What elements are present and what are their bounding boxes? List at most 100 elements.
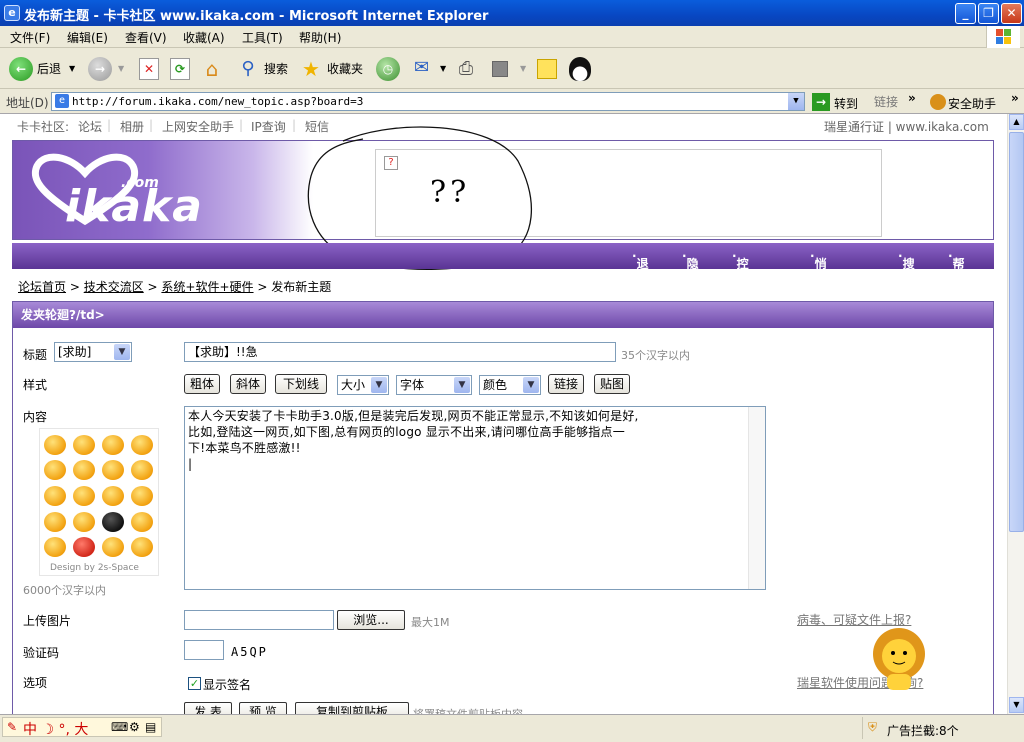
forward-dropdown-icon[interactable]: ▼ bbox=[118, 55, 124, 83]
menu-tools[interactable]: 工具(T) bbox=[242, 29, 283, 46]
bold-button[interactable]: 粗体 bbox=[184, 374, 220, 394]
smiley-icon[interactable] bbox=[44, 435, 66, 455]
smiley-icon[interactable] bbox=[102, 537, 124, 557]
captcha-input[interactable] bbox=[184, 640, 224, 660]
safety-helper-button[interactable]: 安全助手 bbox=[928, 92, 1008, 112]
menu-view[interactable]: 查看(V) bbox=[125, 29, 167, 46]
textarea-scrollbar[interactable] bbox=[748, 407, 765, 589]
back-button[interactable]: ← 后退 ▼ bbox=[6, 55, 80, 83]
submit-button[interactable]: 发 表 bbox=[184, 702, 232, 714]
print-button[interactable]: ⎙ bbox=[452, 55, 480, 83]
helper-chevron-icon[interactable]: » bbox=[1011, 91, 1019, 105]
smiley-icon[interactable] bbox=[131, 512, 153, 532]
smiley-icon[interactable] bbox=[73, 435, 95, 455]
scroll-up-icon[interactable]: ▲ bbox=[1009, 114, 1024, 130]
nav-search[interactable]: · 搜索 bbox=[898, 249, 915, 288]
preview-button[interactable]: 预 览 bbox=[239, 702, 287, 714]
back-dropdown-icon[interactable]: ▼ bbox=[69, 55, 75, 83]
edit-dropdown-icon[interactable]: ▼ bbox=[520, 55, 526, 83]
forward-button[interactable]: → ▼ bbox=[88, 55, 128, 83]
nav-messages[interactable]: · 悄悄话(0) bbox=[810, 249, 834, 320]
smiley-icon[interactable] bbox=[44, 537, 66, 557]
ikaka-logo[interactable]: .com ikaka bbox=[13, 141, 313, 239]
address-input[interactable]: e http://forum.ikaka.com/new_topic.asp?b… bbox=[51, 92, 805, 111]
nav-control-panel[interactable]: · 控制面板 bbox=[732, 249, 749, 322]
scroll-thumb[interactable] bbox=[1009, 132, 1024, 532]
top-link-safety[interactable]: 上网安全助手 bbox=[162, 118, 234, 135]
title-prefix-select[interactable]: [求助] ▼ bbox=[54, 342, 132, 362]
smiley-icon[interactable] bbox=[131, 537, 153, 557]
smiley-icon[interactable] bbox=[102, 512, 124, 532]
copy-clipboard-button[interactable]: 复制到剪贴板 bbox=[295, 702, 409, 714]
smiley-icon[interactable] bbox=[102, 435, 124, 455]
mail-dropdown-icon[interactable]: ▼ bbox=[440, 55, 446, 83]
smiley-icon[interactable] bbox=[131, 435, 153, 455]
history-button[interactable]: ◷ bbox=[374, 55, 402, 83]
home-button[interactable]: ⌂ bbox=[198, 55, 226, 83]
minimize-button[interactable]: _ bbox=[955, 3, 976, 24]
chevron-down-icon: ▼ bbox=[454, 377, 470, 393]
upload-path-input[interactable] bbox=[184, 610, 334, 630]
nav-logout[interactable]: · 退出 bbox=[632, 249, 649, 288]
size-select[interactable]: 大小 ▼ bbox=[337, 375, 389, 395]
underline-button[interactable]: 下划线 bbox=[275, 374, 327, 394]
maximize-button[interactable]: ❐ bbox=[978, 3, 999, 24]
smiley-icon[interactable] bbox=[73, 512, 95, 532]
nav-label: 退出 bbox=[636, 257, 649, 288]
smiley-icon[interactable] bbox=[44, 460, 66, 480]
crumb-system[interactable]: 系统+软件+硬件 bbox=[161, 280, 253, 294]
menu-help[interactable]: 帮助(H) bbox=[299, 29, 341, 46]
color-select[interactable]: 颜色 ▼ bbox=[479, 375, 541, 395]
refresh-button[interactable]: ⟳ bbox=[167, 55, 193, 83]
smiley-icon[interactable] bbox=[102, 460, 124, 480]
image-button[interactable]: 贴图 bbox=[594, 374, 630, 394]
link-button[interactable]: 链接 bbox=[548, 374, 584, 394]
smiley-icon[interactable] bbox=[44, 486, 66, 506]
ime-toolbar[interactable]: ✎ 中 ☽ °, 大 ⌨ ⚙ ▤ bbox=[2, 717, 162, 738]
top-link-album[interactable]: 相册 bbox=[120, 118, 144, 135]
top-link-ip[interactable]: IP查询 bbox=[251, 118, 286, 135]
smiley-icon[interactable] bbox=[131, 460, 153, 480]
page-icon: e bbox=[55, 94, 69, 108]
crumb-tech[interactable]: 技术交流区 bbox=[84, 280, 144, 294]
discuss-button[interactable] bbox=[535, 55, 561, 83]
title-input[interactable]: 【求助】!!急 bbox=[184, 342, 616, 362]
smiley-icon[interactable] bbox=[44, 512, 66, 532]
ad-block-status[interactable]: ⛨ 广告拦截:8个 bbox=[862, 717, 992, 739]
menu-edit[interactable]: 编辑(E) bbox=[67, 29, 108, 46]
smiley-icon[interactable] bbox=[73, 460, 95, 480]
top-right-links[interactable]: 瑞星通行证 | www.ikaka.com bbox=[824, 118, 989, 135]
nav-invisible[interactable]: · 隐身 bbox=[682, 249, 699, 288]
font-select[interactable]: 字体 ▼ bbox=[396, 375, 472, 395]
page-scrollbar[interactable]: ▲ ▼ bbox=[1007, 114, 1024, 714]
close-button[interactable]: ✕ bbox=[1001, 3, 1022, 24]
favorites-button[interactable]: ★ 收藏夹 bbox=[299, 55, 367, 83]
links-label[interactable]: 链接 bbox=[874, 93, 898, 110]
stop-button[interactable]: ✕ bbox=[136, 55, 162, 83]
scroll-down-icon[interactable]: ▼ bbox=[1009, 697, 1024, 713]
italic-button[interactable]: 斜体 bbox=[230, 374, 266, 394]
ie-icon: e bbox=[4, 5, 20, 21]
mail-button[interactable]: ✉ ▼ bbox=[412, 55, 448, 83]
show-signature-checkbox[interactable]: ✓ bbox=[188, 677, 201, 690]
menu-file[interactable]: 文件(F) bbox=[10, 29, 50, 46]
smiley-icon[interactable] bbox=[73, 486, 95, 506]
web-page: 卡卡社区: 论坛 | 相册 | 上网安全助手 | IP查询 | 短信 瑞星通行证… bbox=[0, 114, 1007, 714]
crumb-home[interactable]: 论坛首页 bbox=[18, 280, 66, 294]
qq-button[interactable] bbox=[566, 55, 594, 83]
links-chevron-icon[interactable]: » bbox=[908, 91, 916, 105]
menu-favorites[interactable]: 收藏(A) bbox=[183, 29, 225, 46]
toolbar: ← 后退 ▼ → ▼ ✕ ⟳ ⌂ ⚲ 搜索 ★ 收藏夹 ◷ ✉ ▼ ⎙ ▼ bbox=[0, 49, 1024, 89]
top-link-forum[interactable]: 论坛 bbox=[78, 118, 102, 135]
crumb-current: 发布新主题 bbox=[271, 280, 332, 294]
smiley-icon[interactable] bbox=[102, 486, 124, 506]
edit-button[interactable]: ▼ bbox=[490, 55, 526, 83]
nav-help[interactable]: · 帮助 bbox=[948, 249, 965, 288]
go-button[interactable]: → 转到 bbox=[810, 92, 864, 112]
browse-button[interactable]: 浏览... bbox=[337, 610, 405, 630]
address-dropdown-icon[interactable]: ▼ bbox=[788, 93, 804, 110]
smiley-icon[interactable] bbox=[131, 486, 153, 506]
smiley-icon[interactable] bbox=[73, 537, 95, 557]
search-button[interactable]: ⚲ 搜索 bbox=[234, 55, 292, 83]
content-textarea[interactable]: 本人今天安装了卡卡助手3.0版,但是装完后发现,网页不能正常显示,不知该如何是好… bbox=[184, 406, 766, 590]
